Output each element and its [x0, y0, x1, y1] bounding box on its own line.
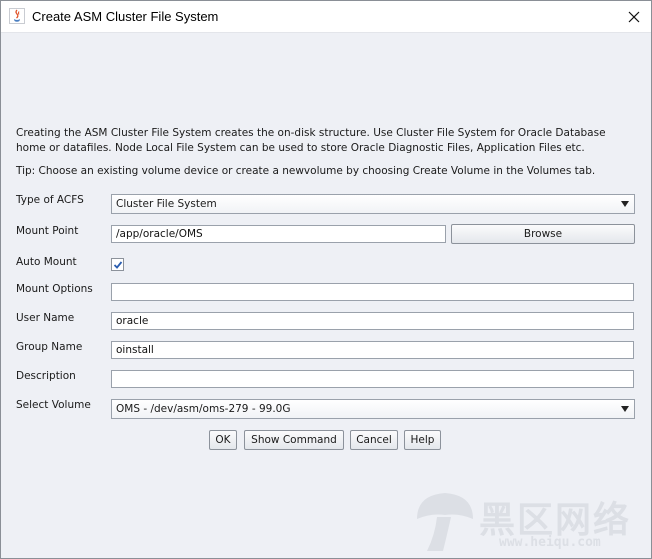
user-name-label: User Name	[16, 312, 75, 324]
mount-point-input[interactable]	[111, 225, 446, 243]
help-button[interactable]: Help	[404, 430, 441, 450]
close-icon	[628, 11, 640, 22]
auto-mount-checkbox[interactable]	[111, 258, 124, 271]
type-of-acfs-select[interactable]: Cluster File System	[111, 194, 635, 214]
intro-line-1: Creating the ASM Cluster File System cre…	[16, 127, 606, 139]
intro-line-2: home or datafiles. Node Local File Syste…	[16, 142, 585, 154]
cancel-button[interactable]: Cancel	[350, 430, 398, 450]
window-title: Create ASM Cluster File System	[32, 9, 219, 24]
show-command-button[interactable]: Show Command	[244, 430, 344, 450]
mount-options-label: Mount Options	[16, 283, 93, 295]
tip-text: Tip: Choose an existing volume device or…	[16, 165, 596, 177]
browse-button[interactable]: Browse	[451, 224, 635, 244]
ok-button[interactable]: OK	[209, 430, 237, 450]
group-name-input[interactable]	[111, 341, 634, 359]
title-bar: Create ASM Cluster File System	[1, 1, 651, 33]
group-name-label: Group Name	[16, 341, 83, 353]
description-input[interactable]	[111, 370, 634, 388]
auto-mount-label: Auto Mount	[16, 256, 77, 268]
select-volume-label: Select Volume	[16, 399, 91, 411]
mount-options-input[interactable]	[111, 283, 634, 301]
description-label: Description	[16, 370, 76, 382]
watermark-url: www.heiqu.com	[499, 535, 601, 550]
type-of-acfs-label: Type of ACFS	[16, 194, 84, 206]
type-of-acfs-value: Cluster File System	[116, 198, 217, 210]
user-name-input[interactable]	[111, 312, 634, 330]
chevron-down-icon	[621, 406, 629, 412]
chevron-down-icon	[621, 201, 629, 207]
watermark: 黑区网络 www.heiqu.com	[413, 489, 649, 557]
mushroom-logo-icon	[417, 493, 473, 551]
intro-text: Creating the ASM Cluster File System cre…	[16, 126, 636, 156]
java-icon	[9, 8, 25, 24]
mount-point-label: Mount Point	[16, 225, 79, 237]
close-button[interactable]	[617, 1, 651, 32]
select-volume-select[interactable]: OMS - /dev/asm/oms-279 - 99.0G	[111, 399, 635, 419]
checkmark-icon	[113, 261, 123, 269]
dialog-window: Create ASM Cluster File System Creating …	[0, 0, 652, 559]
select-volume-value: OMS - /dev/asm/oms-279 - 99.0G	[116, 403, 291, 415]
